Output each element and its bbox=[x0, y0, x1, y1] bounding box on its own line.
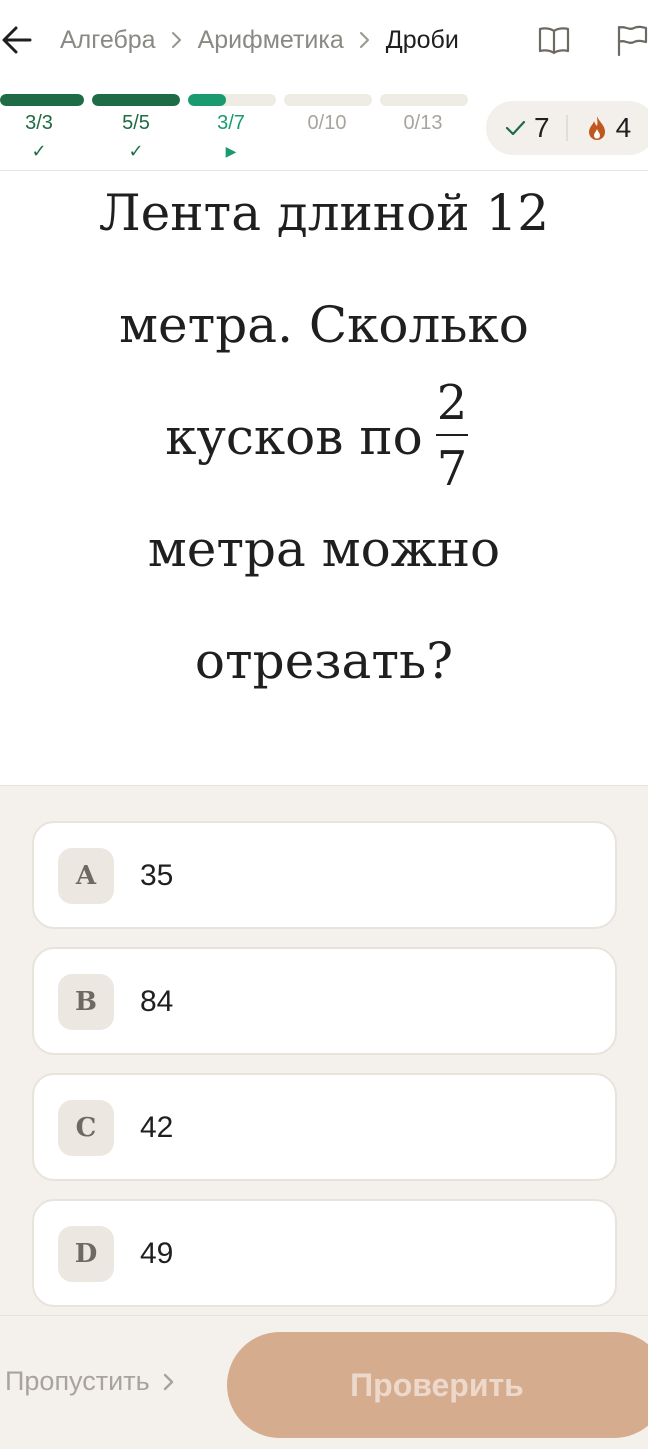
question-line: кусков по bbox=[165, 408, 423, 466]
progress-segment[interactable] bbox=[284, 94, 372, 106]
progress-segment[interactable] bbox=[380, 94, 468, 106]
option-letter: C bbox=[58, 1100, 114, 1156]
progress-segment[interactable] bbox=[92, 94, 180, 106]
theory-button[interactable] bbox=[536, 22, 572, 58]
option-b[interactable]: B 84 bbox=[32, 947, 617, 1055]
option-text: 84 bbox=[140, 985, 174, 1018]
progress-label: 0/10 bbox=[307, 112, 347, 134]
checkmark-icon bbox=[505, 120, 526, 136]
option-letter: A bbox=[58, 848, 114, 904]
answer-options: A 35 B 84 C 42 D 49 bbox=[0, 785, 648, 1315]
stats-pill: 7 4 bbox=[486, 101, 648, 155]
check-label: Проверить bbox=[350, 1366, 524, 1403]
header-divider bbox=[0, 170, 648, 171]
skip-label: Пропустить bbox=[5, 1366, 150, 1396]
skip-button[interactable]: Пропустить bbox=[5, 1366, 178, 1397]
question-line: Лента длиной 12 bbox=[98, 184, 550, 242]
progress-label: 3/3 bbox=[25, 112, 53, 134]
back-button[interactable] bbox=[0, 22, 36, 58]
progress-segment[interactable] bbox=[0, 94, 84, 106]
arrow-left-icon bbox=[2, 26, 32, 54]
check-icon: ✓ bbox=[128, 141, 144, 161]
streak-count-value: 4 bbox=[615, 112, 632, 143]
play-icon: ▶ bbox=[225, 143, 237, 159]
question-line: отрезать? bbox=[194, 632, 454, 690]
fraction-numerator: 2 bbox=[436, 375, 468, 431]
option-letter: B bbox=[58, 974, 114, 1030]
fraction: 2 7 bbox=[432, 378, 472, 494]
correct-count: 7 bbox=[486, 112, 550, 144]
option-letter: D bbox=[58, 1226, 114, 1282]
progress-fill bbox=[188, 94, 226, 106]
streak-count: 4 bbox=[568, 112, 632, 144]
top-bar: Алгебра Арифметика Дроби bbox=[0, 0, 648, 80]
breadcrumb-item-arithmetic[interactable]: Арифметика bbox=[198, 26, 344, 55]
progress-fill bbox=[0, 94, 84, 106]
progress-label: 5/5 bbox=[122, 112, 150, 134]
option-d[interactable]: D 49 bbox=[32, 1199, 617, 1307]
book-icon bbox=[538, 27, 570, 55]
chevron-right-icon bbox=[163, 1373, 173, 1390]
flag-icon bbox=[617, 25, 648, 57]
flame-icon bbox=[588, 116, 605, 140]
option-text: 35 bbox=[140, 859, 174, 892]
progress-label: 3/7 bbox=[217, 112, 245, 134]
question-line: метра. Сколько bbox=[119, 296, 529, 354]
option-text: 49 bbox=[140, 1237, 174, 1270]
lesson-progress: 3/3 5/5 3/7 0/10 0/13 ✓ ✓ ▶ bbox=[0, 92, 480, 170]
chevron-right-icon bbox=[171, 32, 181, 48]
breadcrumb-item-fractions: Дроби bbox=[385, 25, 459, 54]
correct-count-value: 7 bbox=[534, 112, 550, 143]
report-button[interactable] bbox=[614, 22, 648, 58]
bottom-bar: Пропустить Проверить bbox=[0, 1315, 648, 1449]
check-icon: ✓ bbox=[31, 141, 47, 161]
chevron-right-icon bbox=[359, 32, 369, 48]
fraction-bar bbox=[436, 434, 468, 436]
progress-fill bbox=[92, 94, 180, 106]
check-button[interactable]: Проверить bbox=[227, 1332, 648, 1438]
option-a[interactable]: A 35 bbox=[32, 821, 617, 929]
fraction-denominator: 7 bbox=[436, 441, 468, 497]
progress-segment[interactable] bbox=[188, 94, 276, 106]
progress-label: 0/13 bbox=[403, 112, 443, 134]
option-text: 42 bbox=[140, 1111, 174, 1144]
breadcrumb-item-algebra[interactable]: Алгебра bbox=[60, 26, 156, 55]
question-text: Лента длиной 12 метра. Сколько кусков по… bbox=[50, 172, 598, 784]
breadcrumb: Алгебра Арифметика Дроби bbox=[60, 22, 459, 58]
question-line: метра можно bbox=[147, 520, 501, 578]
option-c[interactable]: C 42 bbox=[32, 1073, 617, 1181]
